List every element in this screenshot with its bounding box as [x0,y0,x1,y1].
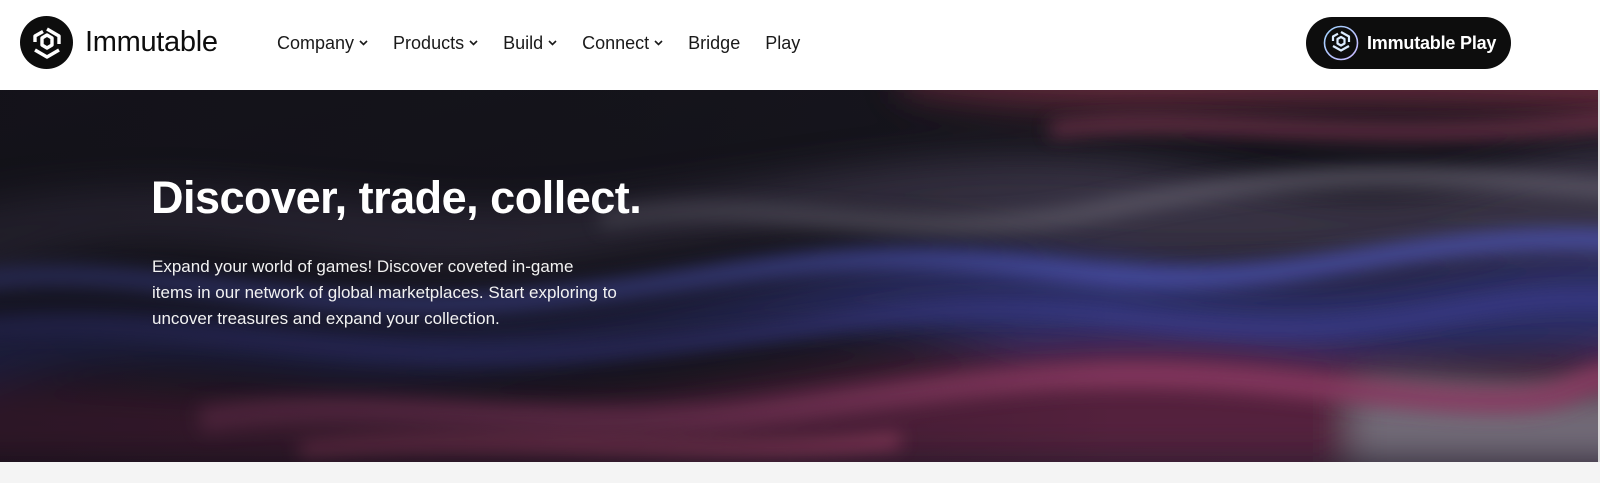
brand-name: Immutable [85,26,218,58]
immutable-play-logo-icon [1323,25,1359,61]
nav-item-company[interactable]: Company [277,33,368,54]
immutable-play-label: Immutable Play [1367,32,1497,53]
nav-item-label: Bridge [688,32,741,53]
hero-title: Discover, trade, collect. [151,172,642,223]
main-nav: Company Products Build Connect Bridge Pl… [277,0,825,86]
site-header: Immutable Company Products Build Connect [0,0,1600,90]
nav-item-label: Products [393,32,465,53]
nav-item-label: Company [277,32,355,53]
nav-item-connect[interactable]: Connect [582,33,663,54]
immutable-logo-icon [20,16,73,69]
chevron-down-icon [469,40,478,46]
nav-item-label: Connect [582,32,650,53]
nav-item-build[interactable]: Build [503,33,557,54]
nav-item-label: Build [503,32,544,53]
nav-item-play[interactable]: Play [765,33,800,54]
hero-section: Discover, trade, collect. Expand your wo… [0,90,1598,462]
immutable-play-button[interactable]: Immutable Play [1306,17,1511,69]
chevron-down-icon [359,40,368,46]
nav-item-products[interactable]: Products [393,33,478,54]
nav-item-bridge[interactable]: Bridge [688,33,740,54]
chevron-down-icon [548,40,557,46]
brand-logo-link[interactable]: Immutable [20,16,218,69]
next-section-strip [0,462,1600,483]
hero-description: Expand your world of games! Discover cov… [152,257,617,328]
chevron-down-icon [654,40,663,46]
nav-item-label: Play [765,32,801,53]
